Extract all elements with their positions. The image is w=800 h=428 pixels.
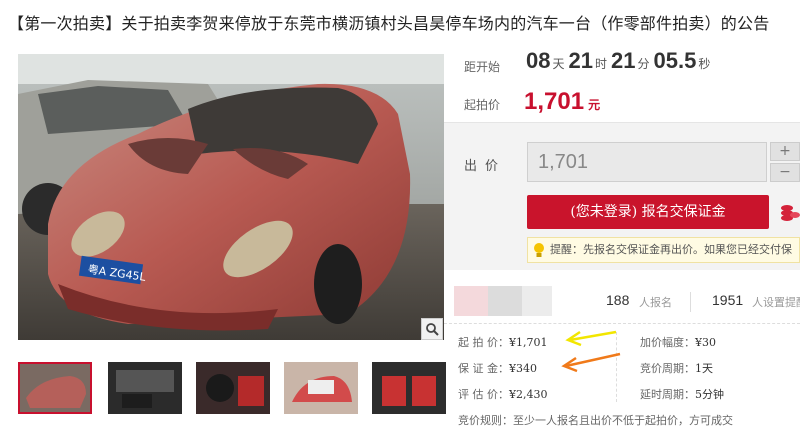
detail-value: ¥340 xyxy=(509,362,537,375)
detail-increment: 加价幅度：¥30 xyxy=(640,334,716,350)
coins-icon xyxy=(781,205,800,221)
thumbnail-image xyxy=(284,362,358,414)
start-price-label: 起拍价 xyxy=(464,98,501,112)
avatar xyxy=(454,286,488,316)
signup-deposit-button[interactable]: (您未登录) 报名交保证金 xyxy=(527,195,769,229)
detail-extension: 延时周期：5分钟 xyxy=(640,386,724,402)
detail-appraisal: 评 估 价：¥2,430 xyxy=(458,386,548,402)
auction-info-panel: 距开始 08 天 21 时 21 分 05.5 秒 起拍价 1,701 元 出价 1,701 +… xyxy=(444,44,800,428)
countdown-hours: 21 xyxy=(568,48,593,73)
thumbnail-1[interactable] xyxy=(18,362,92,414)
thumbnail-5[interactable] xyxy=(372,362,446,414)
car-photo-image: 粤A ZG45L xyxy=(18,54,444,340)
countdown-label: 距开始 xyxy=(464,60,501,74)
reminder-count-label: 人设置提醒 xyxy=(752,296,800,309)
detail-value: 5分钟 xyxy=(695,388,724,401)
start-price-value: 1,701 xyxy=(524,88,585,115)
main-car-photo[interactable]: 粤A ZG45L xyxy=(18,54,444,340)
participation-stats: 188 人报名 1951 人设置提醒 xyxy=(444,280,800,324)
bid-input[interactable]: 1,701 xyxy=(527,142,767,182)
minutes-unit: 分 xyxy=(637,57,650,71)
signup-count: 188 xyxy=(606,292,630,308)
bid-label: 出价 xyxy=(464,159,507,174)
rule-text: 至少一人报名且出价不低于起拍价，方可成交 xyxy=(513,414,733,427)
countdown-days: 08 xyxy=(526,48,551,73)
detail-label: 保 证 金： xyxy=(458,362,509,375)
avatar xyxy=(522,286,552,316)
thumbnail-3[interactable] xyxy=(196,362,270,414)
thumbnail-2[interactable] xyxy=(108,362,182,414)
thumbnail-4[interactable] xyxy=(284,362,358,414)
bid-box: 出价 1,701 + − (您未登录) 报名交保证金 提醒：先报名交保证金再出价… xyxy=(444,122,800,270)
stats-divider xyxy=(690,292,691,312)
countdown-seconds: 05.5 xyxy=(653,48,697,73)
avatar xyxy=(488,286,522,316)
magnifier-icon xyxy=(426,323,439,336)
decrease-bid-button[interactable]: − xyxy=(770,163,800,182)
hours-unit: 时 xyxy=(594,57,607,71)
thumbnail-image xyxy=(196,362,270,414)
countdown-timer: 08 天 21 时 21 分 05.5 秒 xyxy=(526,48,714,74)
detail-value: ¥30 xyxy=(695,336,716,349)
days-unit: 天 xyxy=(552,57,565,71)
detail-label: 评 估 价： xyxy=(458,388,509,401)
detail-value: ¥1,701 xyxy=(509,336,548,349)
details-divider xyxy=(616,332,617,402)
countdown-minutes: 21 xyxy=(611,48,636,73)
lightbulb-icon xyxy=(534,243,544,257)
detail-value: ¥2,430 xyxy=(509,388,548,401)
detail-label: 竞价周期： xyxy=(640,362,695,375)
detail-label: 起 拍 价： xyxy=(458,336,509,349)
detail-value: 1天 xyxy=(695,362,713,375)
reminder-tip: 提醒：先报名交保证金再出价。如果您已经交付保 xyxy=(527,237,800,263)
thumbnail-image xyxy=(372,362,446,414)
detail-start-price: 起 拍 价：¥1,701 xyxy=(458,334,548,350)
bidding-rule: 竞价规则：至少一人报名且出价不低于起拍价，方可成交 xyxy=(458,412,733,428)
detail-cycle: 竞价周期：1天 xyxy=(640,360,713,376)
detail-label: 加价幅度： xyxy=(640,336,695,349)
increase-bid-button[interactable]: + xyxy=(770,142,800,161)
start-price-unit: 元 xyxy=(588,98,601,112)
bidder-avatars xyxy=(454,286,552,316)
thumbnail-image xyxy=(108,362,182,414)
seconds-unit: 秒 xyxy=(698,57,711,71)
reminder-count: 1951 xyxy=(712,292,744,308)
auction-details: 起 拍 价：¥1,701 保 证 金：¥340 评 估 价：¥2,430 加价幅… xyxy=(444,328,800,428)
thumbnail-image xyxy=(20,364,90,412)
detail-deposit: 保 证 金：¥340 xyxy=(458,360,537,376)
rule-label: 竞价规则： xyxy=(458,414,513,427)
page-title: 【第一次拍卖】关于拍卖李贺来停放于东莞市横沥镇村头昌昊停车场内的汽车一台（作零部… xyxy=(8,14,770,33)
thumbnail-strip xyxy=(18,362,446,416)
signup-count-label: 人报名 xyxy=(639,296,672,309)
detail-label: 延时周期： xyxy=(640,388,695,401)
tip-text: 提醒：先报名交保证金再出价。如果您已经交付保 xyxy=(550,243,792,256)
zoom-button[interactable] xyxy=(421,318,443,340)
start-price: 1,701 元 xyxy=(524,88,600,116)
